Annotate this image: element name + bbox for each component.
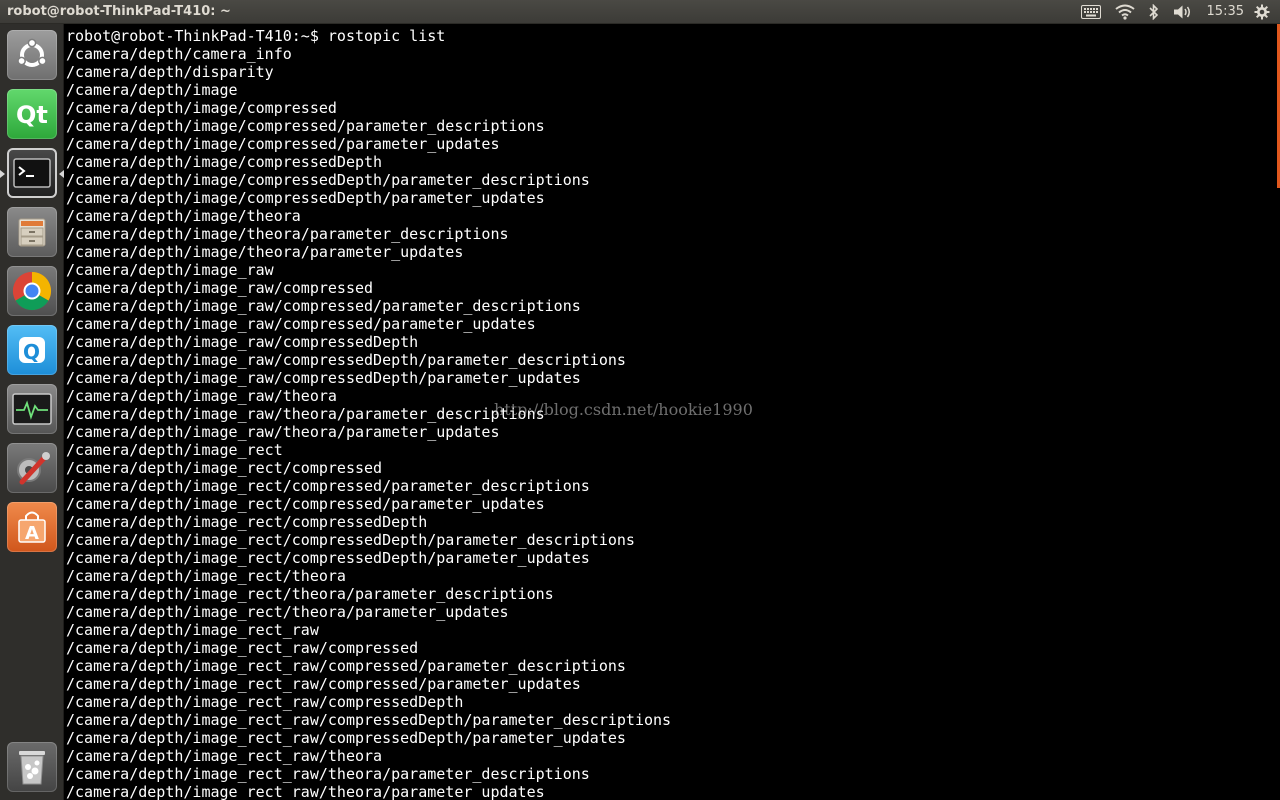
terminal-line: /camera/depth/image_rect_raw/compressedD… <box>66 711 672 729</box>
terminal-line: /camera/depth/image_raw/compressed/param… <box>66 315 536 333</box>
terminal-line: /camera/depth/camera_info <box>66 45 292 63</box>
launcher-item-terminal[interactable] <box>7 148 57 198</box>
terminal-window[interactable]: robot@robot-ThinkPad-T410:~$ rostopic li… <box>64 24 1280 800</box>
terminal-line: /camera/depth/image/compressed/parameter… <box>66 135 500 153</box>
terminal-line: /camera/depth/image_rect_raw/compressedD… <box>66 693 464 711</box>
top-panel: robot@robot-ThinkPad-T410: ~ 15:35 <box>0 0 1280 24</box>
launcher-item-system-monitor[interactable] <box>7 384 57 434</box>
launcher-item-qt-creator[interactable]: Qt <box>7 89 57 139</box>
prompt-line: robot@robot-ThinkPad-T410:~$ rostopic li… <box>66 27 446 45</box>
keyboard-icon[interactable] <box>1077 0 1105 24</box>
terminal-line: /camera/depth/image_raw/theora/parameter… <box>66 423 500 441</box>
terminal-line: /camera/depth/image/compressed/parameter… <box>66 117 545 135</box>
terminal-line: /camera/depth/image_raw/compressedDepth/… <box>66 351 626 369</box>
launcher-item-chrome[interactable] <box>7 266 57 316</box>
terminal-icon <box>13 158 51 188</box>
launcher-item-qq[interactable]: Q <box>7 325 57 375</box>
terminal-line: /camera/depth/image/compressed <box>66 99 337 117</box>
terminal-line: /camera/depth/image_rect/compressed <box>66 459 383 477</box>
shopping-bag-icon: A <box>18 511 46 544</box>
svg-text:Q: Q <box>23 340 40 364</box>
terminal-line: /camera/depth/image_rect/theora/paramete… <box>66 603 509 621</box>
terminal-line: /camera/depth/image/theora <box>66 207 301 225</box>
terminal-line: /camera/depth/image_raw/compressed/param… <box>66 297 581 315</box>
watermark: http://blog.csdn.net/hookie1990 <box>494 400 753 419</box>
terminal-line: /camera/depth/image_rect/compressedDepth… <box>66 549 590 567</box>
clock[interactable]: 15:35 <box>1207 4 1244 19</box>
settings-tools-icon <box>17 452 50 485</box>
indicator-area: 15:35 <box>1071 0 1280 24</box>
terminal-line: /camera/depth/image_rect/compressed/para… <box>66 495 545 513</box>
terminal-line: /camera/depth/image_rect_raw/compressedD… <box>66 729 626 747</box>
terminal-line: /camera/depth/image_rect_raw/compressed/… <box>66 657 626 675</box>
terminal-line: /camera/depth/image_raw/compressed <box>66 279 374 297</box>
terminal-line: /camera/depth/disparity <box>66 63 274 81</box>
terminal-line: /camera/depth/image_raw/compressedDepth <box>66 333 419 351</box>
terminal-line: /camera/depth/image_rect_raw/theora <box>66 747 383 765</box>
terminal-line: /camera/depth/image/theora/parameter_upd… <box>66 243 464 261</box>
launcher-item-trash[interactable] <box>7 742 57 792</box>
launcher-item-software-center[interactable]: A <box>7 502 57 552</box>
terminal-line: /camera/depth/image_raw <box>66 261 274 279</box>
terminal-line: /camera/depth/image_rect_raw/compressed <box>66 639 419 657</box>
terminal-line: /camera/depth/image_raw/compressedDepth/… <box>66 369 581 387</box>
window-title: robot@robot-ThinkPad-T410: ~ <box>7 4 231 19</box>
terminal-line: /camera/depth/image <box>66 81 238 99</box>
launcher-running-indicator <box>0 170 5 178</box>
chrome-icon <box>12 271 52 311</box>
wifi-icon[interactable] <box>1111 0 1139 24</box>
ubuntu-logo-icon <box>17 38 47 67</box>
launcher-item-system-settings[interactable] <box>7 443 57 493</box>
terminal-line: /camera/depth/image_rect/theora <box>66 567 346 585</box>
terminal-line: /camera/depth/image/compressedDepth <box>66 153 383 171</box>
terminal-line: /camera/depth/image/compressedDepth/para… <box>66 171 590 189</box>
terminal-line: /camera/depth/image_rect/compressedDepth… <box>66 531 635 549</box>
trash-icon <box>19 751 45 785</box>
qq-icon: Q <box>19 337 45 364</box>
launcher: Qt Q A <box>0 24 64 800</box>
terminal-line: /camera/depth/image/theora/parameter_des… <box>66 225 509 243</box>
terminal-line: /camera/depth/image_rect <box>66 441 283 459</box>
terminal-line: /camera/depth/image_rect_raw/compressed/… <box>66 675 581 693</box>
terminal-line: /camera/depth/image_rect/compressedDepth <box>66 513 428 531</box>
volume-icon[interactable] <box>1169 0 1197 24</box>
launcher-item-files[interactable] <box>7 207 57 257</box>
terminal-line: /camera/depth/image_rect_raw <box>66 621 319 639</box>
terminal-line: /camera/depth/image_rect/compressed/para… <box>66 477 590 495</box>
qt-icon: Qt <box>16 101 48 129</box>
terminal-line: /camera/depth/image_rect_raw/theora/para… <box>66 783 545 800</box>
launcher-item-dash-home[interactable] <box>7 30 57 80</box>
file-cabinet-icon <box>18 218 46 247</box>
terminal-line: /camera/depth/image_rect_raw/theora/para… <box>66 765 590 783</box>
gear-icon[interactable] <box>1250 0 1274 24</box>
svg-text:Qt: Qt <box>16 101 48 129</box>
svg-text:A: A <box>25 523 39 544</box>
system-monitor-icon <box>12 393 52 425</box>
terminal-line: /camera/depth/image/compressedDepth/para… <box>66 189 545 207</box>
bluetooth-icon[interactable] <box>1145 0 1163 24</box>
terminal-line: /camera/depth/image_rect/theora/paramete… <box>66 585 554 603</box>
